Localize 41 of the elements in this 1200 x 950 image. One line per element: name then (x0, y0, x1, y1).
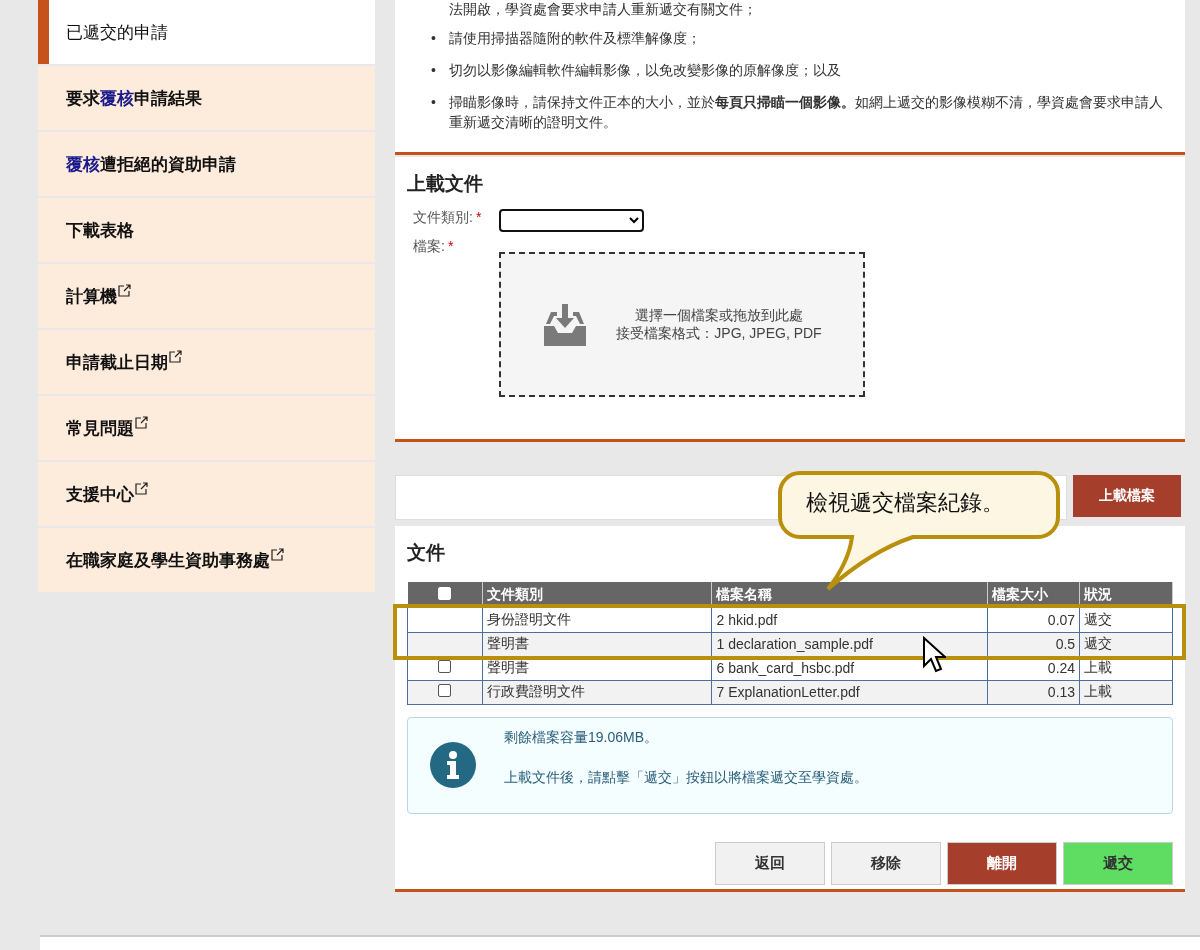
table-cell: 行政費證明文件 (482, 680, 712, 704)
row-checkbox[interactable] (438, 660, 452, 673)
bullet-marker: • (431, 93, 437, 112)
action-button[interactable]: 離開 (947, 841, 1057, 885)
guideline-item: 掃瞄影像時，請保持文件正本的大小，並於每頁只掃瞄一個影像。如網上遞交的影像模糊不清，學資處會要求申請人重新遞交清晰的證明文件。 (449, 93, 1164, 132)
sidebar-item[interactable]: 要求覆核申請結果 (38, 66, 375, 130)
tooltip-text: 檢視遞交檔案紀錄。 (806, 489, 1004, 517)
info-text: 上載文件後，請點擊「遞交」按鈕以將檔案遞交至學資處。 (504, 769, 868, 787)
guideline-text: 法開啟，學資處會要求申請人重新遞交有關文件； (449, 0, 758, 18)
action-button[interactable]: 遞交 (1063, 841, 1173, 885)
field-label: 檔案: * (413, 238, 455, 256)
sidebar-item[interactable]: 常見問題 (38, 396, 375, 460)
select-all-checkbox[interactable] (438, 587, 452, 600)
upload-button[interactable]: 上載檔案 (1073, 475, 1181, 517)
sidebar-item[interactable]: 已遞交的申請 (38, 0, 375, 64)
sidebar-item[interactable]: 覆核遭拒絕的資助申請 (38, 132, 375, 196)
sidebar-item[interactable]: 在職家庭及學生資助事務處 (38, 528, 375, 592)
bullet-marker: • (431, 61, 437, 80)
table-cell: 0.13 (987, 680, 1080, 704)
file-dropzone[interactable]: 選擇一個檔案或拖放到此處 接受檔案格式：JPG, JPEG, PDF (499, 252, 865, 397)
sidebar-item[interactable]: 申請截止日期 (38, 330, 375, 394)
table-cell: 上載 (1079, 680, 1173, 704)
row-checkbox[interactable] (438, 684, 452, 697)
sidebar-item[interactable]: 支援中心 (38, 462, 375, 526)
sidebar-item[interactable]: 下載表格 (38, 198, 375, 262)
info-icon (430, 742, 476, 788)
inbox-download-icon (542, 301, 589, 348)
action-button[interactable]: 返回 (715, 841, 825, 885)
document-type-select[interactable] (499, 209, 644, 232)
section-title: 上載文件 (407, 172, 483, 196)
field-label: 文件類別: * (413, 209, 483, 227)
bullet-marker: • (431, 29, 437, 48)
guideline-item: 請使用掃描器隨附的軟件及標準解像度； (449, 29, 701, 48)
action-button[interactable]: 移除 (831, 841, 941, 885)
table-cell: 7 ExplanationLetter.pdf (711, 680, 988, 704)
dropzone-text: 選擇一個檔案或拖放到此處 (635, 306, 803, 325)
guideline-item: 切勿以影像編輯軟件編輯影像，以免改變影像的原解像度；以及 (449, 61, 841, 80)
dropzone-formats: 接受檔案格式：JPG, JPEG, PDF (616, 324, 822, 343)
section-title: 文件 (407, 541, 445, 565)
info-text: 剩餘檔案容量19.06MB。 (504, 729, 660, 747)
sidebar-item[interactable]: 計算機 (38, 264, 375, 328)
